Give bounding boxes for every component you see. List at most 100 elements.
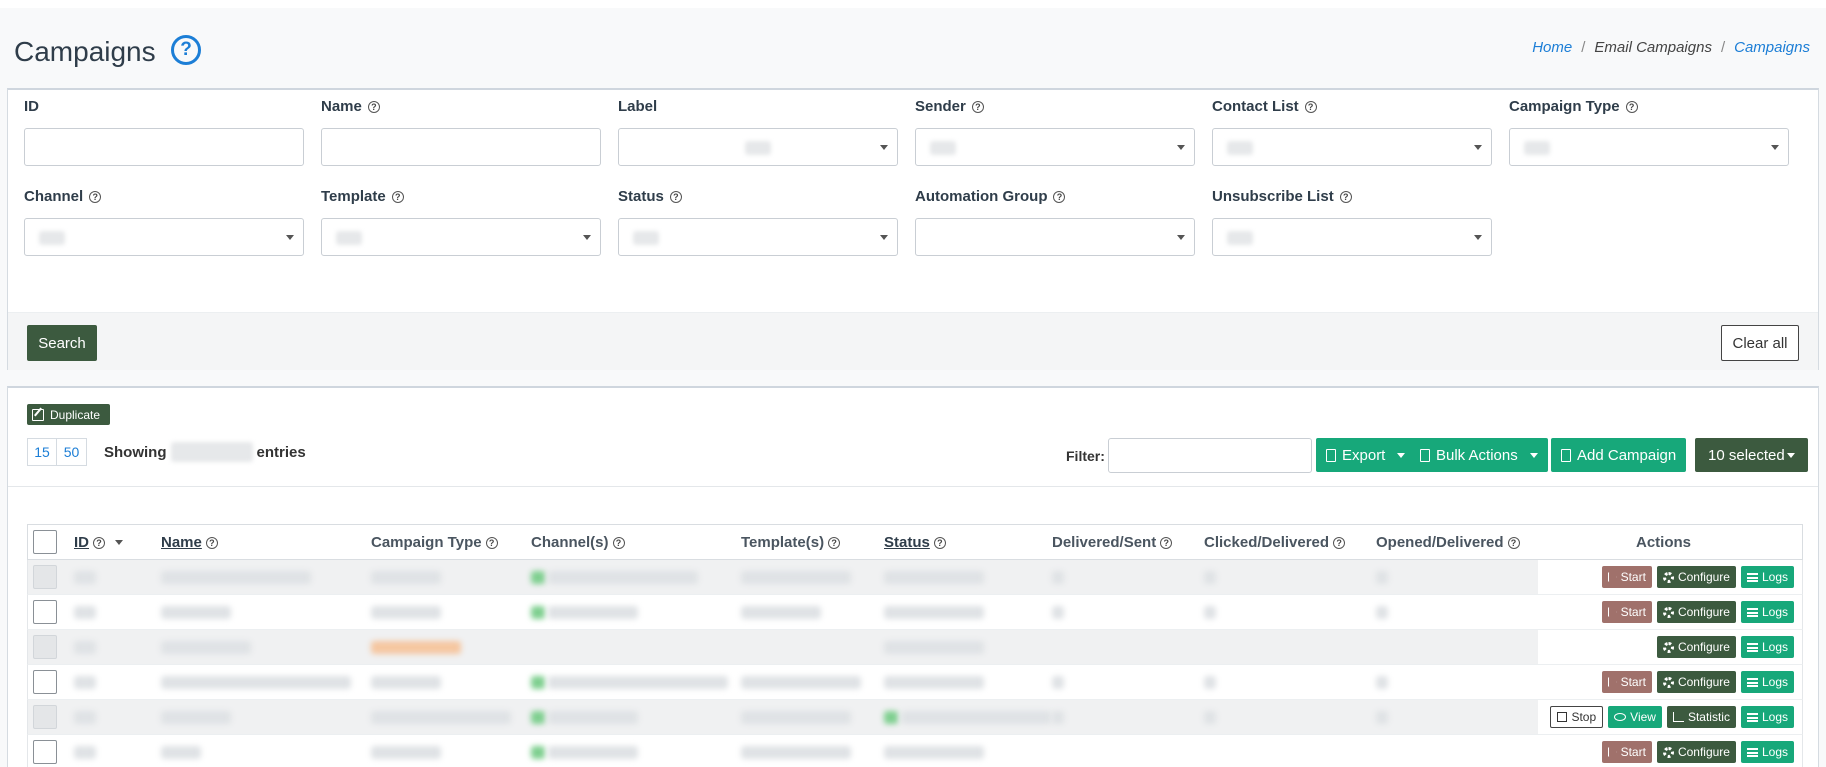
configure-button[interactable]: Configure [1656, 741, 1736, 763]
configure-button[interactable]: Configure [1656, 636, 1736, 658]
name-input[interactable] [321, 128, 601, 166]
add-campaign-button[interactable]: Add Campaign [1551, 438, 1687, 472]
help-icon: ? [205, 536, 218, 549]
help-icon: ? [93, 536, 105, 549]
chevron-down-icon [1177, 235, 1185, 240]
row-checkbox[interactable] [33, 600, 57, 624]
help-icon: ? [1333, 536, 1346, 549]
square-icon [1557, 712, 1568, 722]
label-select[interactable] [618, 128, 898, 166]
page-size-50[interactable]: 50 [57, 438, 87, 466]
table-row[interactable]: Stop View Statistic Logs [27, 700, 1803, 735]
row-checkbox[interactable] [33, 635, 57, 659]
automation-group-select[interactable] [915, 218, 1195, 256]
stop-button[interactable]: Stop [1550, 706, 1604, 728]
layers-icon [1420, 448, 1430, 462]
help-icon: ? [89, 190, 102, 203]
table-filter-input[interactable] [1108, 438, 1312, 473]
help-icon: ? [933, 536, 946, 549]
gear-icon [1662, 571, 1674, 583]
help-icon: ? [1160, 536, 1173, 549]
help-icon: ? [1053, 190, 1066, 203]
search-button[interactable]: Search [27, 325, 97, 361]
status-select[interactable] [618, 218, 898, 256]
table-row[interactable]: Configure Logs [27, 630, 1803, 665]
breadcrumb-campaigns[interactable]: Campaigns [1734, 39, 1810, 56]
template-select[interactable] [321, 218, 601, 256]
chevron-down-icon [1474, 235, 1482, 240]
logs-button[interactable]: Logs [1740, 706, 1794, 728]
logs-button[interactable]: Logs [1740, 566, 1794, 588]
table-row[interactable]: Start Configure Logs [27, 665, 1803, 700]
logs-button[interactable]: Logs [1740, 671, 1794, 693]
configure-button[interactable]: Configure [1656, 566, 1736, 588]
contact-list-select[interactable] [1212, 128, 1492, 166]
filter-label: Filter: [1066, 448, 1105, 464]
id-input[interactable] [24, 128, 304, 166]
bulk-actions-button[interactable]: Bulk Actions [1410, 438, 1548, 472]
breadcrumb-home[interactable]: Home [1532, 39, 1572, 56]
column-opened-delivered: Opened/Delivered? [1376, 534, 1520, 551]
page-size-15[interactable]: 15 [27, 438, 57, 466]
filter-label-template: Template? [321, 188, 404, 205]
breadcrumb-email-campaigns: Email Campaigns [1594, 39, 1712, 56]
filter-footer: Search Clear all [8, 312, 1818, 370]
configure-button[interactable]: Configure [1656, 671, 1736, 693]
column-templates: Template(s)? [741, 534, 841, 551]
configure-button[interactable]: Configure [1656, 601, 1736, 623]
gear-icon [1662, 641, 1674, 653]
start-button[interactable]: Start [1601, 566, 1652, 588]
column-delivered-sent: Delivered/Sent? [1052, 534, 1173, 551]
table-row[interactable]: Start Configure Logs [27, 560, 1803, 595]
campaign-list-panel: Duplicate 15 50 Showing entries Filter: … [7, 386, 1819, 767]
row-actions: Stop View Statistic Logs [1550, 706, 1794, 728]
logs-button[interactable]: Logs [1740, 601, 1794, 623]
breadcrumb-separator: / [1720, 39, 1726, 56]
filter-label-status: Status? [618, 188, 682, 205]
file-icon [1561, 448, 1571, 462]
chevron-down-icon [880, 145, 888, 150]
sort-desc-icon [115, 540, 123, 545]
row-checkbox[interactable] [33, 565, 57, 589]
edit-icon [32, 408, 44, 421]
row-actions: Start Configure Logs [1601, 671, 1794, 693]
breadcrumb: Home / Email Campaigns / Campaigns [1532, 39, 1810, 56]
logs-button[interactable]: Logs [1740, 741, 1794, 763]
select-all-checkbox[interactable] [33, 530, 57, 554]
page-title: Campaigns [14, 36, 156, 67]
gear-icon [1662, 676, 1674, 688]
filter-label-contact-list: Contact List? [1212, 98, 1317, 115]
chevron-down-icon [1786, 452, 1795, 458]
channel-select[interactable] [24, 218, 304, 256]
duplicate-button[interactable]: Duplicate [27, 404, 110, 425]
start-button[interactable]: Start [1601, 671, 1652, 693]
statistic-button[interactable]: Statistic [1666, 706, 1736, 728]
table-header: ID? Name? Campaign Type? Channel(s)? Tem… [27, 524, 1803, 560]
help-icon: ? [485, 536, 498, 549]
column-name[interactable]: Name? [161, 534, 218, 551]
unsubscribe-list-select[interactable] [1212, 218, 1492, 256]
sender-select[interactable] [915, 128, 1195, 166]
eye-icon [1614, 713, 1627, 721]
view-button[interactable]: View [1608, 706, 1662, 728]
row-checkbox[interactable] [33, 670, 57, 694]
start-button[interactable]: Start [1601, 741, 1652, 763]
help-icon: ? [391, 190, 404, 203]
column-id[interactable]: ID? [74, 534, 123, 551]
clear-all-button[interactable]: Clear all [1721, 325, 1799, 361]
table-row[interactable]: Start Configure Logs [27, 595, 1803, 630]
column-visibility-button[interactable]: 10 selected [1695, 438, 1808, 472]
question-circle-icon[interactable]: ? [171, 35, 201, 65]
filter-label-channel: Channel? [24, 188, 102, 205]
export-button[interactable]: Export [1316, 438, 1416, 472]
row-checkbox[interactable] [33, 705, 57, 729]
logs-button[interactable]: Logs [1740, 636, 1794, 658]
row-checkbox[interactable] [33, 740, 57, 764]
chevron-down-icon [1529, 452, 1538, 458]
column-status[interactable]: Status? [884, 534, 946, 551]
list-icon [1746, 642, 1758, 652]
start-button[interactable]: Start [1601, 601, 1652, 623]
campaign-type-select[interactable] [1509, 128, 1789, 166]
table-row[interactable]: Start Configure Logs [27, 735, 1803, 767]
entries-info: Showing entries [104, 442, 306, 462]
